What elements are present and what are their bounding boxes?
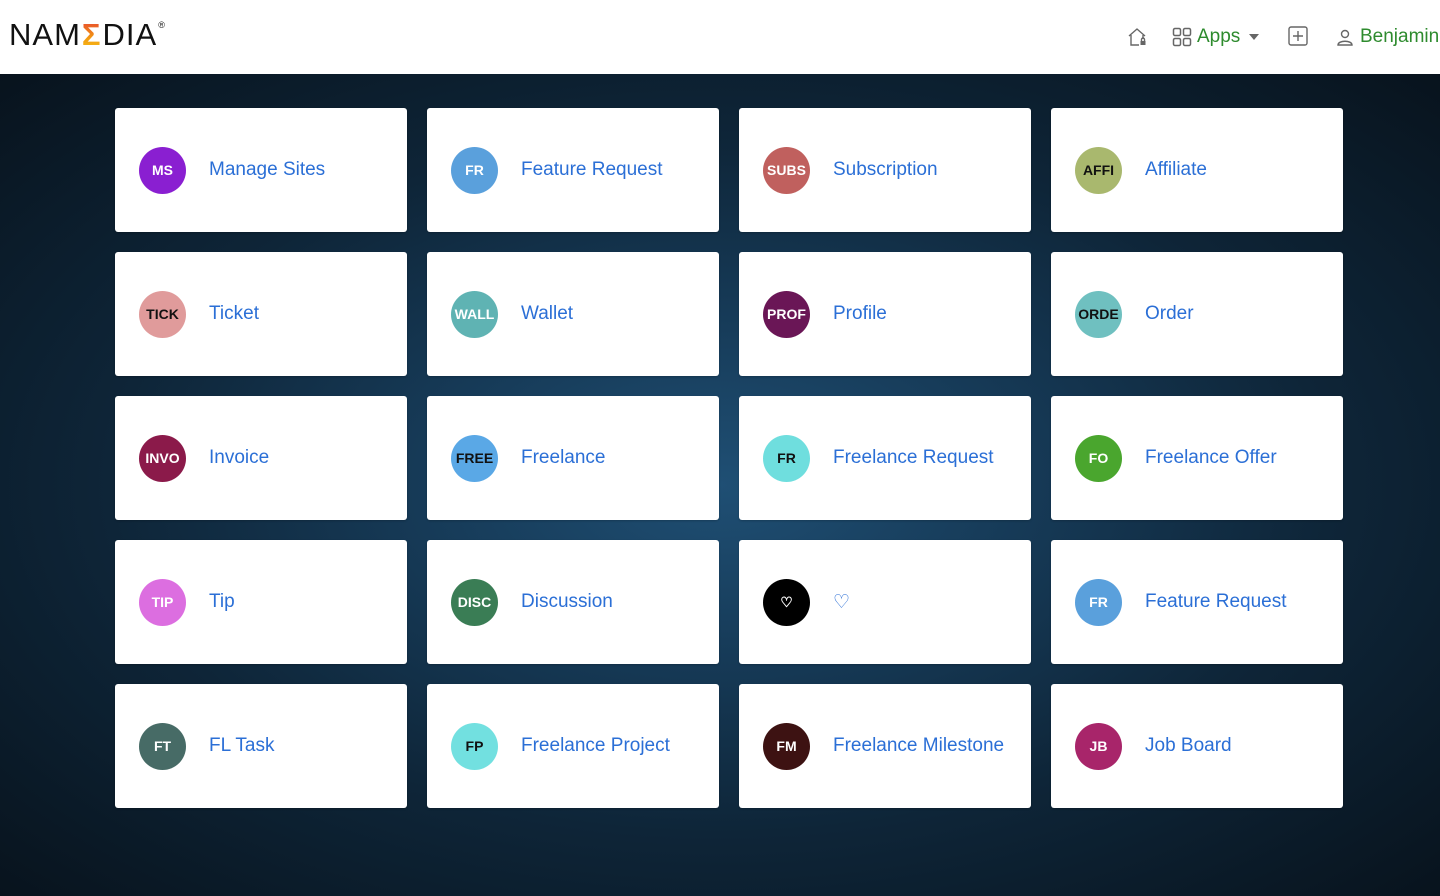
app-card[interactable]: FR Freelance Request (739, 396, 1031, 520)
app-card-label[interactable]: Manage Sites (209, 159, 325, 181)
chevron-down-icon (1249, 34, 1260, 40)
apps-dashboard: MS Manage Sites FR Feature Request SUBS Subsc… (0, 74, 1440, 896)
app-avatar: FO (1075, 434, 1122, 482)
user-menu-button[interactable]: Benjamin (1336, 24, 1439, 50)
app-avatar: FR (1075, 578, 1122, 626)
app-avatar: JB (1075, 722, 1122, 770)
app-avatar: FREE (451, 434, 498, 482)
namedia-logo[interactable]: NAM Σ DIA ® (9, 17, 166, 53)
app-card-label[interactable]: FL Task (209, 735, 274, 757)
app-card-label[interactable]: Freelance Milestone (833, 735, 1004, 757)
top-navbar: NAM Σ DIA ® Apps Benjamin (0, 0, 1440, 74)
app-card[interactable]: TIP Tip (115, 540, 407, 664)
app-card-label[interactable]: Freelance Project (521, 735, 670, 757)
logo-sigma: Σ (81, 17, 102, 52)
app-avatar: TIP (139, 578, 186, 626)
app-card[interactable]: ORDE Order (1051, 252, 1343, 376)
app-card-label[interactable]: Discussion (521, 591, 613, 613)
app-avatar: AFFI (1075, 146, 1122, 194)
app-card-label[interactable]: Subscription (833, 159, 938, 181)
app-card[interactable]: MS Manage Sites (115, 108, 407, 232)
plus-square-icon[interactable] (1288, 26, 1308, 46)
app-card-label[interactable]: Job Board (1145, 735, 1232, 757)
app-card-label[interactable]: Freelance Request (833, 447, 994, 469)
app-avatar: FT (139, 722, 186, 770)
app-avatar: PROF (763, 290, 810, 338)
app-avatar: WALL (451, 290, 498, 338)
app-card[interactable]: TICK Ticket (115, 252, 407, 376)
app-card[interactable]: DISC Discussion (427, 540, 719, 664)
app-avatar: FR (451, 146, 498, 194)
app-card[interactable]: FT FL Task (115, 684, 407, 808)
user-icon (1336, 28, 1354, 46)
app-card[interactable]: ♡ ♡ (739, 540, 1031, 664)
app-card[interactable]: JB Job Board (1051, 684, 1343, 808)
apps-menu-label: Apps (1197, 26, 1241, 47)
app-card[interactable]: FR Feature Request (427, 108, 719, 232)
app-card-label[interactable]: Ticket (209, 303, 259, 325)
app-avatar: MS (139, 146, 186, 194)
app-avatar: DISC (451, 578, 498, 626)
app-card[interactable]: FREE Freelance (427, 396, 719, 520)
logo-text-right: DIA (102, 17, 158, 52)
app-avatar: ♡ (763, 578, 810, 626)
app-card[interactable]: FR Feature Request (1051, 540, 1343, 664)
app-avatar: FM (763, 722, 810, 770)
app-card-label[interactable]: Feature Request (521, 159, 663, 181)
app-card-label[interactable]: Profile (833, 303, 887, 325)
app-card[interactable]: FP Freelance Project (427, 684, 719, 808)
app-card[interactable]: AFFI Affiliate (1051, 108, 1343, 232)
user-name-label: Benjamin (1360, 26, 1440, 47)
app-card[interactable]: FM Freelance Milestone (739, 684, 1031, 808)
app-card-label[interactable]: Freelance (521, 447, 606, 469)
grid-icon (1172, 27, 1192, 47)
home-icon[interactable] (1126, 26, 1148, 48)
apps-menu-button[interactable]: Apps (1172, 24, 1260, 50)
app-card[interactable]: PROF Profile (739, 252, 1031, 376)
app-card-label[interactable]: Feature Request (1145, 591, 1287, 613)
logo-registered-mark: ® (158, 20, 166, 30)
app-card-label[interactable]: Freelance Offer (1145, 447, 1277, 469)
app-card-label[interactable]: Invoice (209, 447, 269, 469)
app-card-label[interactable]: Tip (209, 591, 235, 613)
app-card-label[interactable]: Wallet (521, 303, 573, 325)
app-card[interactable]: INVO Invoice (115, 396, 407, 520)
app-avatar: ORDE (1075, 290, 1122, 338)
app-card-grid: MS Manage Sites FR Feature Request SUBS Subsc… (115, 108, 1343, 808)
app-avatar: TICK (139, 290, 186, 338)
app-card[interactable]: SUBS Subscription (739, 108, 1031, 232)
app-avatar: FP (451, 722, 498, 770)
app-card[interactable]: FO Freelance Offer (1051, 396, 1343, 520)
app-avatar: SUBS (763, 146, 810, 194)
app-card-label[interactable]: Order (1145, 303, 1194, 325)
logo-text-left: NAM (9, 17, 81, 52)
app-avatar: FR (763, 434, 810, 482)
app-card-label[interactable]: ♡ (833, 591, 850, 614)
app-card[interactable]: WALL Wallet (427, 252, 719, 376)
app-avatar: INVO (139, 434, 186, 482)
app-card-label[interactable]: Affiliate (1145, 159, 1207, 181)
